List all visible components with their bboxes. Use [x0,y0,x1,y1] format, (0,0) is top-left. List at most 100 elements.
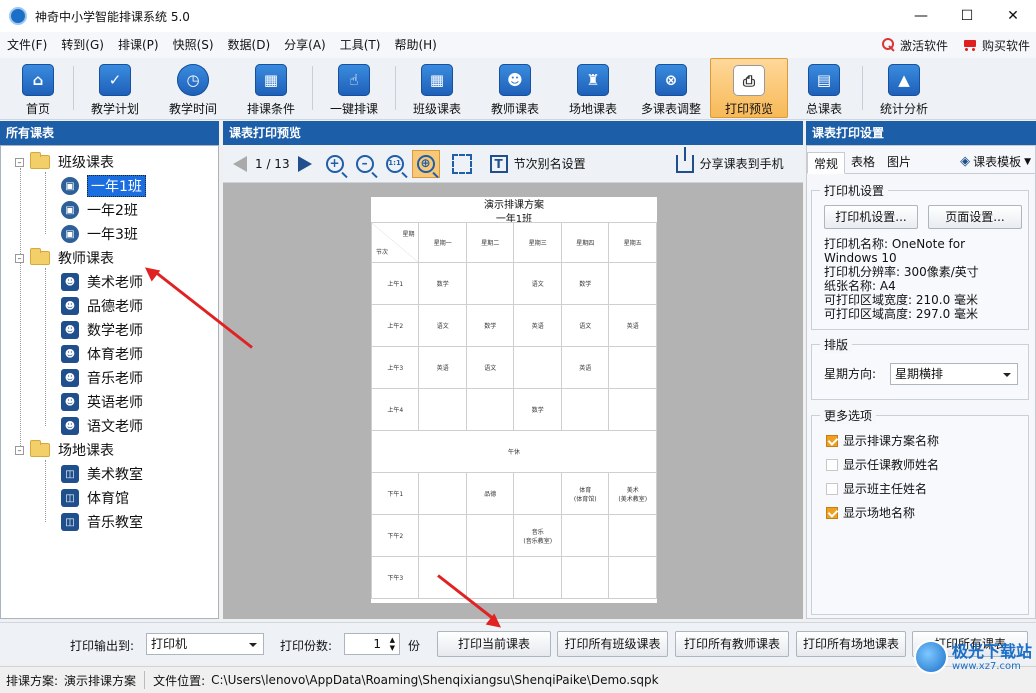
menu-tools[interactable]: 工具(T) [333,32,388,58]
share-to-phone-button[interactable]: 分享课表到手机 [672,146,788,178]
option-show-head-teacher[interactable]: 显示班主任姓名 [826,480,927,497]
checkbox-unchecked[interactable] [826,482,838,495]
collapse-toggle-icon[interactable]: – [15,445,24,455]
toolbar-label: 排课条件 [246,102,295,116]
print-current-button[interactable]: 打印当前课表 [437,631,551,657]
printer-info-line: 打印机名称: OneNote for [824,237,966,251]
tree-connector [20,168,21,450]
share-label: 分享课表到手机 [699,157,784,171]
page-indicator: 1 / 13 [255,156,290,171]
menu-data[interactable]: 数据(D) [221,32,278,58]
toolbar-class-schedule-button[interactable]: ▦ 班级课表 [398,58,476,118]
tree-group-class[interactable]: – 班级课表 [15,151,114,173]
buy-software-link[interactable]: 购买软件 [962,37,1030,54]
menu-help[interactable]: 帮助(H) [387,32,443,58]
tab-table[interactable]: 表格 [845,151,881,173]
print-all-class-button[interactable]: 打印所有班级课表 [557,631,668,657]
lesson-cell [608,556,657,599]
menu-schedule[interactable]: 排课(P) [111,32,166,58]
day-header-cell: 星期一 [418,222,467,263]
minimize-button[interactable]: — [898,0,944,32]
close-button[interactable]: ✕ [990,0,1036,32]
clipboard-icon: ✓ [99,64,131,96]
prev-page-button[interactable] [229,150,251,178]
period-cell: 上午3 [370,346,420,389]
print-all-venue-button[interactable]: 打印所有场地课表 [796,631,906,657]
printer-settings-button[interactable]: 打印机设置... [824,205,918,229]
print-preview-panel: 1 / 13 + – 1:1 ⊕ T 节次别名设置 分享课表到手机 演示排课方案… [223,145,803,619]
period-alias-button[interactable]: T 节次别名设置 [486,150,590,178]
toolbar-venue-schedule-button[interactable]: ♜ 场地课表 [554,58,632,118]
menu-goto[interactable]: 转到(G) [54,32,111,58]
checkbox-unchecked[interactable] [826,458,838,471]
activate-software-link[interactable]: 激活软件 [881,37,948,54]
toolbar-teaching-plan-button[interactable]: ✓ 教学计划 [76,58,154,118]
print-output-select[interactable]: 打印机 [146,633,264,655]
title-bar: 神奇中小学智能排课系统 5.0 — ☐ ✕ [0,0,1036,32]
tree-item-teacher[interactable]: ☻ 语文老师 [61,415,143,437]
toolbar-label: 班级课表 [412,102,461,116]
tree-item-label: 美术老师 [87,275,143,291]
zoom-out-icon: – [355,154,374,173]
settings-tabs: 常规 表格 图片 ◈ 课表模板 ▼ [807,150,1036,174]
day-header-cell: 星期二 [465,222,515,263]
corner-period-label: 节次 [376,249,389,256]
template-dropdown[interactable]: ◈ 课表模板 ▼ [954,151,1036,173]
option-show-venue-name[interactable]: 显示场地名称 [826,504,915,521]
option-show-teacher-name[interactable]: 显示任课教师姓名 [826,456,939,473]
toolbar-teaching-time-button[interactable]: ◷ 教学时间 [154,58,232,118]
tab-image[interactable]: 图片 [881,151,917,173]
lesson-cell [560,388,610,431]
tree-item-label: 英语老师 [87,395,143,411]
toolbar-conditions-button[interactable]: ▦ 排课条件 [232,58,310,118]
next-page-button[interactable] [294,150,316,178]
toolbar-teacher-schedule-button[interactable]: ☻ 教师课表 [476,58,554,118]
tree-item-teacher[interactable]: ☻ 英语老师 [61,391,143,413]
zoom-fit-button[interactable]: ⊕ [411,149,440,178]
tree-group-teacher[interactable]: – 教师课表 [15,247,114,269]
tree-item-class-3[interactable]: ▣ 一年3班 [61,223,138,245]
menu-snapshot[interactable]: 快照(S) [166,32,221,58]
toolbar-statistics-button[interactable]: ▲ 统计分析 [865,58,943,118]
tree-item-class-2[interactable]: ▣ 一年2班 [61,199,138,221]
tree-group-venue[interactable]: – 场地课表 [15,439,114,461]
fullscreen-button[interactable] [448,150,476,178]
tree-item-venue[interactable]: ◫ 体育馆 [61,487,129,509]
maximize-button[interactable]: ☐ [944,0,990,32]
option-show-plan-name[interactable]: 显示排课方案名称 [826,432,939,449]
weekday-direction-select[interactable]: 星期横排 [890,363,1018,385]
venue-icon: ◫ [61,465,79,483]
tree-item-venue[interactable]: ◫ 美术教室 [61,463,143,485]
copies-stepper[interactable]: 1 ▲ ▼ [344,633,400,655]
zoom-out-button[interactable]: – [352,150,378,178]
teacher-icon: ☻ [61,273,79,291]
print-all-teacher-button[interactable]: 打印所有教师课表 [675,631,789,657]
tree-item-teacher[interactable]: ☻ 美术老师 [61,271,143,293]
clock-icon: ◷ [177,64,209,96]
zoom-in-button[interactable]: + [322,150,348,178]
toolbar-print-preview-button[interactable]: ⎙ 打印预览 [710,58,788,118]
toolbar-one-click-button[interactable]: ☝ 一键排课 [315,58,393,118]
collapse-toggle-icon[interactable]: – [15,253,24,263]
toolbar-multi-adjust-button[interactable]: ⊗ 多课表调整 [632,58,710,118]
tab-general[interactable]: 常规 [807,152,846,174]
page-settings-button[interactable]: 页面设置... [928,205,1022,229]
tree-item-teacher[interactable]: ☻ 数学老师 [61,319,143,341]
tree-item-venue[interactable]: ◫ 音乐教室 [61,511,143,533]
toolbar-home-button[interactable]: ⌂ 首页 [5,58,71,118]
tree-item-teacher[interactable]: ☻ 音乐老师 [61,367,143,389]
tree-item-teacher[interactable]: ☻ 品德老师 [61,295,143,317]
toolbar-master-schedule-button[interactable]: ▤ 总课表 [788,58,860,118]
toolbar-separator [395,66,396,110]
preview-page: 演示排课方案 一年1班 星期 节次 星期一 星期二 星期三 星期四 星期五 上午… [370,197,657,603]
collapse-toggle-icon[interactable]: – [15,157,24,167]
menu-file[interactable]: 文件(F) [0,32,54,58]
tree-item-class-1[interactable]: ▣ 一年1班 [61,175,146,197]
group-title: 打印机设置 [820,182,889,199]
checkbox-checked[interactable] [826,506,838,519]
zoom-actual-button[interactable]: 1:1 [382,150,408,178]
tree-item-teacher[interactable]: ☻ 体育老师 [61,343,143,365]
checkbox-checked[interactable] [826,434,838,447]
spin-arrows-icon[interactable]: ▲ ▼ [390,636,395,652]
menu-share[interactable]: 分享(A) [277,32,333,58]
